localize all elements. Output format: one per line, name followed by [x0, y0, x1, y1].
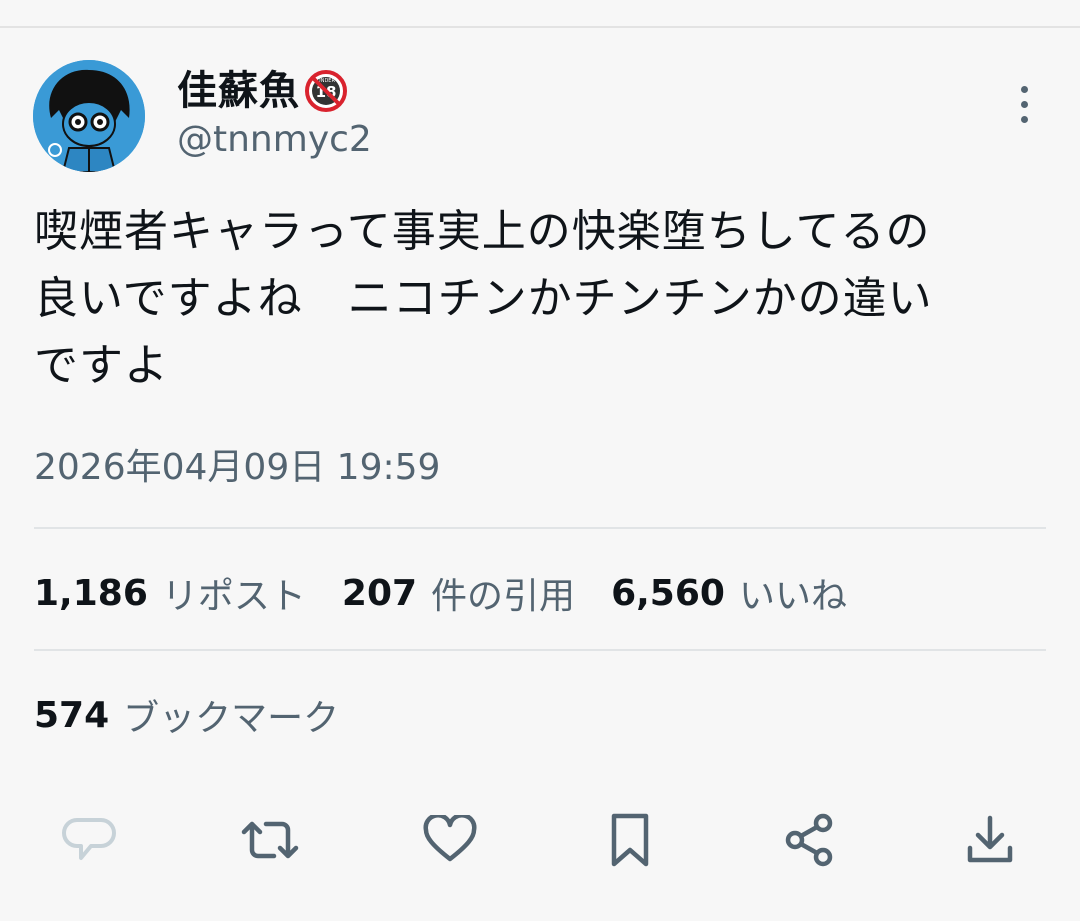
avatar[interactable]	[33, 60, 145, 172]
user-handle[interactable]: @tnnmyc2	[177, 118, 372, 162]
top-divider	[0, 26, 1080, 28]
like-count-link[interactable]: 6,560 いいね	[611, 567, 847, 619]
bookmark-stats: 574 ブックマーク	[34, 688, 375, 742]
bookmark-count: 574	[34, 694, 110, 736]
reply-button[interactable]	[58, 808, 122, 872]
bookmark-count-link[interactable]: 574 ブックマーク	[34, 689, 339, 741]
repost-label: リポスト	[161, 576, 306, 617]
heart-icon	[423, 815, 477, 862]
action-bar	[0, 808, 1080, 872]
display-name[interactable]: 佳蘇魚	[177, 66, 300, 116]
share-icon	[785, 813, 833, 867]
share-button[interactable]	[778, 808, 842, 872]
download-button[interactable]	[958, 808, 1022, 872]
under-18-prohibited-icon: 18 UNDER	[304, 69, 348, 113]
download-icon	[967, 815, 1013, 863]
divider	[34, 527, 1046, 529]
more-options-button[interactable]	[1004, 84, 1044, 124]
avatar-image	[33, 60, 145, 172]
speech-bubble-icon	[62, 818, 116, 860]
repost-button[interactable]	[238, 808, 302, 872]
bookmark-label: ブックマーク	[123, 698, 340, 739]
author-name-row: 佳蘇魚 18 UNDER	[177, 66, 348, 116]
quote-count-link[interactable]: 207 件の引用	[342, 567, 575, 619]
tweet-text: 喫煙者キャラって事実上の快楽堕ちしてるの 良いですよね ニコチンかチンチンかの違…	[34, 206, 933, 391]
divider	[34, 649, 1046, 651]
more-dot-icon	[1020, 85, 1028, 93]
engagement-stats: 1,186 リポスト 207 件の引用 6,560 いいね	[34, 566, 883, 620]
bookmark-icon	[611, 813, 649, 867]
quote-count: 207	[341, 572, 418, 614]
like-count: 6,560	[611, 572, 725, 614]
like-label: いいね	[738, 576, 847, 617]
like-button[interactable]	[418, 808, 482, 872]
more-dot-icon	[1020, 100, 1028, 108]
more-dot-icon	[1020, 115, 1028, 123]
tweet-timestamp[interactable]: 2026年04月09日 19:59	[34, 443, 440, 493]
repost-count-link[interactable]: 1,186 リポスト	[34, 567, 306, 619]
bookmark-button[interactable]	[598, 808, 662, 872]
quote-label: 件の引用	[431, 576, 576, 617]
repost-count: 1,186	[34, 572, 148, 614]
repost-arrows-icon	[241, 821, 299, 859]
